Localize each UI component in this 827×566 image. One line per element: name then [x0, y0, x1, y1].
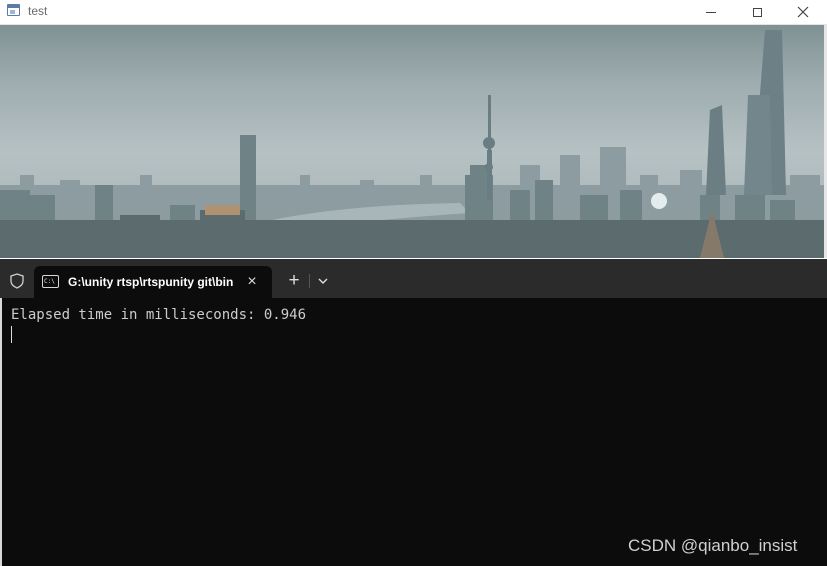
terminal-tabbar: C:\ G:\unity rtsp\rtspunity git\bin × + [0, 259, 827, 298]
tab-terminal[interactable]: C:\ G:\unity rtsp\rtspunity git\bin × [34, 266, 272, 298]
city-skyline-image [0, 30, 827, 258]
window-title: test [28, 4, 48, 18]
app-window-icon [7, 4, 20, 16]
new-tab-button[interactable]: + [283, 270, 305, 292]
maximize-icon [752, 7, 762, 17]
output-line: Elapsed time in milliseconds: 0.946 [11, 307, 307, 323]
video-frame [0, 25, 827, 258]
chevron-down-icon[interactable] [313, 271, 333, 291]
tab-title: G:\unity rtsp\rtspunity git\bin [68, 275, 234, 289]
maximize-button[interactable] [734, 0, 780, 24]
divider [309, 274, 310, 288]
window-titlebar: test [0, 0, 827, 25]
close-icon [797, 6, 809, 18]
cmd-icon: C:\ [42, 275, 59, 288]
text-cursor [11, 326, 12, 343]
terminal-output[interactable]: Elapsed time in milliseconds: 0.946 [0, 298, 827, 566]
shield-icon [10, 273, 24, 289]
watermark: CSDN @qianbo_insist [628, 536, 798, 555]
minimize-icon [706, 11, 716, 13]
minimize-button[interactable] [688, 0, 734, 24]
close-button[interactable] [780, 0, 826, 24]
close-tab-icon[interactable]: × [242, 272, 262, 292]
